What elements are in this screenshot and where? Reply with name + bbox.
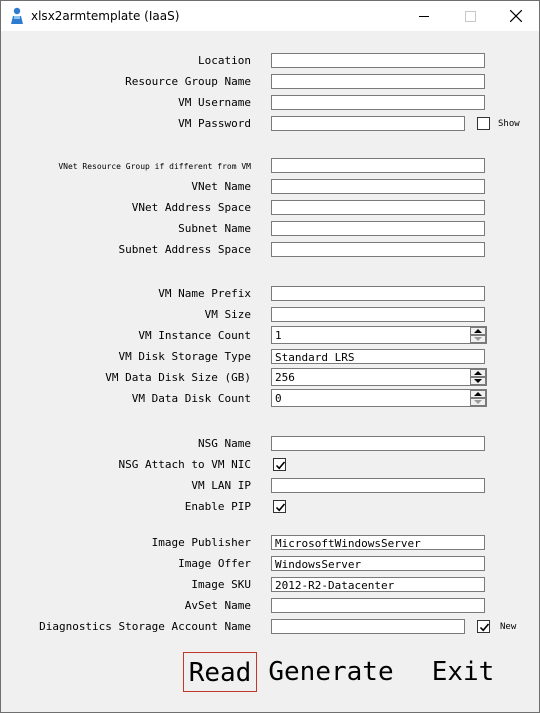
vnet-name-label: VNet Name [191, 180, 251, 193]
location-label: Location [198, 54, 251, 67]
vm-name-prefix-label: VM Name Prefix [158, 287, 251, 300]
vm-instance-count-value: 1 [275, 329, 282, 342]
nsg-name-label: NSG Name [198, 437, 251, 450]
vm-password-input[interactable] [271, 116, 465, 131]
subnet-address-space-input[interactable] [271, 242, 485, 257]
decrement-button[interactable] [470, 398, 486, 406]
vnet-name-input[interactable] [271, 179, 485, 194]
vm-data-disk-count-stepper[interactable]: 0 [271, 389, 487, 407]
show-password-label: Show [498, 119, 520, 129]
vm-instance-count-label: VM Instance Count [138, 329, 251, 342]
vm-name-prefix-input[interactable] [271, 286, 485, 301]
increment-button[interactable] [470, 369, 486, 377]
vm-disk-storage-type-input[interactable]: Standard_LRS [271, 349, 485, 364]
vnet-rg-input[interactable] [271, 158, 485, 173]
image-sku-input[interactable]: 2012-R2-Datacenter [271, 577, 485, 592]
app-window: xlsx2armtemplate (IaaS) Location Resourc… [0, 0, 540, 713]
checkmark-icon [275, 461, 286, 470]
vm-size-input[interactable] [271, 307, 485, 322]
nsg-attach-label: NSG Attach to VM NIC [118, 458, 251, 471]
vnet-address-space-label: VNet Address Space [131, 201, 251, 214]
vnet-address-space-input[interactable] [271, 200, 485, 215]
checkmark-icon [479, 623, 490, 632]
decrement-button[interactable] [470, 335, 486, 343]
vm-data-disk-size-label: VM Data Disk Size (GB) [105, 371, 251, 384]
location-input[interactable] [271, 53, 485, 68]
increment-button[interactable] [470, 390, 486, 398]
vm-data-disk-size-value: 256 [275, 371, 295, 384]
image-offer-input[interactable]: WindowsServer [271, 556, 485, 571]
vm-data-disk-count-label: VM Data Disk Count [131, 392, 251, 405]
subnet-address-space-label: Subnet Address Space [118, 243, 251, 256]
nsg-attach-checkbox[interactable] [273, 458, 286, 471]
vm-instance-count-stepper[interactable]: 1 [271, 326, 487, 344]
checkmark-icon [275, 503, 286, 512]
close-button[interactable] [493, 1, 539, 31]
avset-name-label: AvSet Name [184, 599, 251, 612]
read-button[interactable]: Read [183, 652, 257, 692]
resource-group-name-input[interactable] [271, 74, 485, 89]
app-icon [9, 7, 25, 25]
vm-data-disk-count-value: 0 [275, 392, 282, 405]
subnet-name-input[interactable] [271, 221, 485, 236]
diag-new-label: New [500, 622, 517, 632]
image-offer-label: Image Offer [178, 557, 251, 570]
nsg-name-input[interactable] [271, 436, 485, 451]
show-password-checkbox[interactable] [477, 117, 490, 130]
vm-username-label: VM Username [178, 96, 251, 109]
image-publisher-input[interactable]: MicrosoftWindowsServer [271, 535, 485, 550]
image-publisher-label: Image Publisher [151, 536, 251, 549]
vm-size-label: VM Size [204, 308, 251, 321]
title-bar: xlsx2armtemplate (IaaS) [1, 1, 539, 31]
vm-data-disk-size-stepper[interactable]: 256 [271, 368, 487, 386]
diag-new-checkbox[interactable] [477, 620, 490, 633]
window-title: xlsx2armtemplate (IaaS) [31, 9, 180, 23]
avset-name-input[interactable] [271, 598, 485, 613]
vnet-rg-label: VNet Resource Group if different from VM [58, 162, 251, 171]
image-sku-label: Image SKU [191, 578, 251, 591]
generate-button[interactable]: Generate [267, 652, 395, 692]
decrement-button[interactable] [470, 377, 486, 385]
diag-storage-input[interactable] [271, 619, 465, 634]
increment-button[interactable] [470, 327, 486, 335]
resource-group-name-label: Resource Group Name [125, 75, 251, 88]
vm-username-input[interactable] [271, 95, 485, 110]
maximize-button[interactable] [447, 1, 493, 31]
close-icon [510, 10, 522, 22]
enable-pip-label: Enable PIP [184, 500, 251, 513]
enable-pip-checkbox[interactable] [273, 500, 286, 513]
vm-disk-storage-type-label: VM Disk Storage Type [118, 350, 251, 363]
diag-storage-label: Diagnostics Storage Account Name [39, 620, 251, 633]
exit-button[interactable]: Exit [429, 652, 497, 692]
vm-lan-ip-label: VM LAN IP [191, 479, 251, 492]
subnet-name-label: Subnet Name [178, 222, 251, 235]
minimize-button[interactable] [401, 1, 447, 31]
vm-password-label: VM Password [178, 117, 251, 130]
vm-lan-ip-input[interactable] [271, 478, 485, 493]
